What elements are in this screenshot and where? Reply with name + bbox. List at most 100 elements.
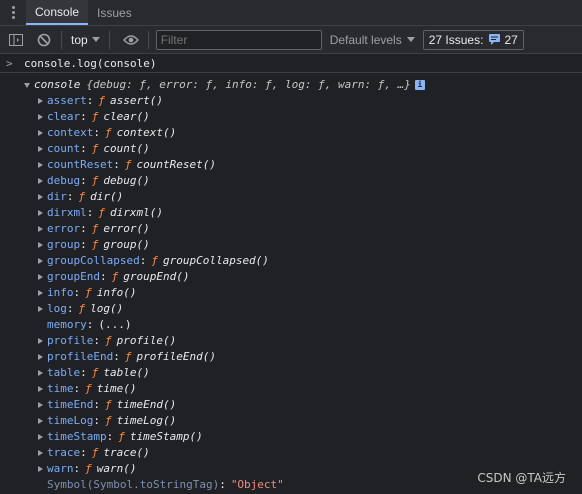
property-colon: :	[99, 270, 107, 283]
property-row[interactable]: dirxml: ƒ dirxml()	[0, 205, 582, 221]
property-colon: :	[93, 398, 100, 411]
expand-triangle-icon[interactable]	[38, 258, 43, 264]
expand-triangle-icon[interactable]	[38, 162, 43, 168]
expand-triangle-icon[interactable]	[38, 98, 43, 104]
function-symbol: ƒ	[91, 110, 99, 123]
chevron-down-icon	[406, 37, 415, 42]
property-colon: :	[139, 254, 147, 267]
property-row[interactable]: profileEnd: ƒ profileEnd()	[0, 349, 582, 365]
property-row[interactable]: assert: ƒ assert()	[0, 93, 582, 109]
expand-triangle-icon[interactable]	[38, 450, 43, 456]
property-row[interactable]: context: ƒ context()	[0, 125, 582, 141]
expand-triangle-icon[interactable]	[38, 130, 43, 136]
eye-icon[interactable]	[119, 28, 143, 52]
console-toolbar: top Default levels 27 Issues: 27	[0, 26, 582, 54]
expand-triangle-icon[interactable]	[38, 226, 43, 232]
filter-input[interactable]	[155, 29, 322, 50]
property-row[interactable]: log: ƒ log()	[0, 301, 582, 317]
property-key: groupEnd	[47, 270, 100, 283]
property-row[interactable]: countReset: ƒ countReset()	[0, 157, 582, 173]
expand-triangle-icon[interactable]	[38, 194, 43, 200]
property-row[interactable]: clear: ƒ clear()	[0, 109, 582, 125]
property-row[interactable]: group: ƒ group()	[0, 237, 582, 253]
function-name: clear()	[103, 110, 150, 123]
expand-triangle-icon[interactable]	[38, 370, 43, 376]
function-symbol: ƒ	[98, 94, 105, 107]
property-row[interactable]: profile: ƒ profile()	[0, 333, 582, 349]
expand-triangle-icon[interactable]	[38, 114, 43, 120]
function-symbol: ƒ	[91, 222, 99, 235]
expand-triangle-icon[interactable]	[38, 306, 43, 312]
log-levels-dropdown[interactable]: Default levels	[330, 33, 415, 47]
devtools-tab-bar: Console Issues	[0, 0, 582, 26]
object-header[interactable]: console {debug: ƒ, error: ƒ, info: ƒ, lo…	[0, 77, 582, 93]
property-row[interactable]: table: ƒ table()	[0, 365, 582, 381]
info-icon[interactable]: i	[414, 80, 425, 90]
property-key: warn	[47, 462, 74, 475]
property-key: log	[47, 302, 67, 315]
property-colon: :	[66, 302, 74, 315]
property-row[interactable]: timeLog: ƒ timeLog()	[0, 413, 582, 429]
expand-triangle-icon[interactable]	[38, 210, 43, 216]
expand-triangle-icon[interactable]	[24, 82, 30, 88]
property-key: error	[47, 222, 81, 235]
function-symbol: ƒ	[78, 190, 86, 203]
expand-triangle-icon[interactable]	[38, 434, 43, 440]
function-name: info()	[96, 286, 137, 299]
expand-triangle-icon[interactable]	[38, 242, 43, 248]
expand-triangle-icon[interactable]	[38, 418, 43, 424]
property-row[interactable]: time: ƒ time()	[0, 381, 582, 397]
tab-issues[interactable]: Issues	[88, 0, 141, 25]
more-tabs-icon[interactable]	[0, 0, 26, 25]
expand-triangle-icon[interactable]	[38, 386, 43, 392]
property-value[interactable]: (...)	[98, 317, 131, 333]
issues-button[interactable]: 27 Issues: 27	[422, 29, 524, 50]
property-key: dirxml	[47, 206, 87, 219]
tab-console[interactable]: Console	[26, 0, 89, 25]
property-colon: :	[86, 94, 94, 107]
property-row[interactable]: dir: ƒ dir()	[0, 189, 582, 205]
expand-triangle-icon[interactable]	[38, 354, 43, 360]
context-selector[interactable]: top	[67, 33, 104, 47]
function-name: timeEnd()	[116, 398, 177, 411]
property-colon: :	[66, 190, 74, 203]
function-symbol: ƒ	[111, 270, 119, 283]
property-key: timeStamp	[47, 430, 107, 443]
expand-triangle-icon[interactable]	[38, 338, 43, 344]
function-symbol: ƒ	[124, 158, 132, 171]
property-key: Symbol(Symbol.toStringTag)	[47, 478, 220, 491]
console-command: console.log(console)	[24, 56, 157, 70]
function-name: dir()	[90, 190, 124, 203]
property-colon: :	[73, 286, 81, 299]
property-row[interactable]: timeEnd: ƒ timeEnd()	[0, 397, 582, 413]
function-name: table()	[103, 366, 150, 379]
property-key: profile	[47, 334, 94, 347]
expand-triangle-icon[interactable]	[38, 274, 43, 280]
property-row[interactable]: groupCollapsed: ƒ groupCollapsed()	[0, 253, 582, 269]
expand-triangle-icon[interactable]	[38, 146, 43, 152]
expand-triangle-icon[interactable]	[38, 402, 43, 408]
expand-triangle-icon[interactable]	[38, 290, 43, 296]
expand-triangle-icon[interactable]	[38, 466, 43, 472]
property-row[interactable]: count: ƒ count()	[0, 141, 582, 157]
memory-property[interactable]: memory: (...)	[0, 317, 582, 333]
property-row[interactable]: trace: ƒ trace()	[0, 445, 582, 461]
sidebar-toggle-icon[interactable]	[4, 28, 28, 52]
property-row[interactable]: timeStamp: ƒ timeStamp()	[0, 429, 582, 445]
function-symbol: ƒ	[91, 446, 99, 459]
function-name: profile()	[116, 334, 177, 347]
property-colon: :	[80, 142, 87, 155]
property-row[interactable]: groupEnd: ƒ groupEnd()	[0, 269, 582, 285]
property-row[interactable]: debug: ƒ debug()	[0, 173, 582, 189]
property-row[interactable]: error: ƒ error()	[0, 221, 582, 237]
function-symbol: ƒ	[104, 398, 112, 411]
object-name: console	[34, 78, 81, 91]
function-name: dirxml()	[110, 206, 163, 219]
clear-console-icon[interactable]	[32, 28, 56, 52]
property-row[interactable]: info: ƒ info()	[0, 285, 582, 301]
property-colon: :	[73, 462, 81, 475]
property-colon: :	[80, 366, 87, 379]
issues-label: 27 Issues:	[428, 32, 484, 47]
issues-badge: 27	[489, 33, 518, 47]
expand-triangle-icon[interactable]	[38, 178, 43, 184]
